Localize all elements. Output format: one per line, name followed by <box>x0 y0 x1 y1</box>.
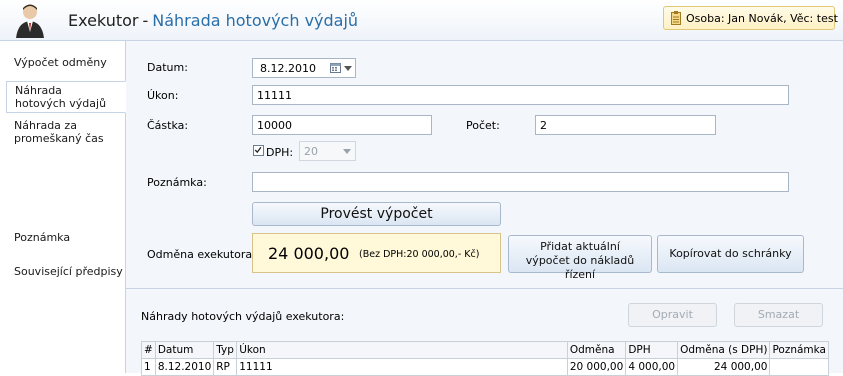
app-header: Exekutor - Náhrada hotových výdajů Osoba: … <box>0 0 843 41</box>
calendar-icon <box>330 63 341 73</box>
odmena-result-box: 24 000,00 (Bez DPH:20 000,00,- Kč) <box>252 233 501 273</box>
opravit-label: Opravit <box>652 308 693 321</box>
chevron-down-icon <box>344 66 352 71</box>
provest-vypocet-button[interactable]: Provést výpočet <box>252 202 501 226</box>
column-header[interactable]: Úkon <box>236 341 568 359</box>
column-header[interactable]: Odměna (s DPH) <box>677 341 771 359</box>
pocet-input[interactable]: 2 <box>535 115 716 135</box>
odmena-value: 24 000,00 <box>268 244 350 263</box>
sidebar-item-label: Poznámka <box>14 231 71 244</box>
sidebar-item-label: Výpočet odměny <box>14 56 107 69</box>
poznamka-label: Poznámka: <box>147 176 207 189</box>
ukon-input[interactable]: 11111 <box>252 85 789 105</box>
column-header[interactable]: DPH <box>625 341 679 359</box>
datum-value: 8.12.2010 <box>260 62 316 75</box>
person-info-text: Osoba: Jan Novák, Věc: test <box>686 12 838 25</box>
list-title: Náhrady hotových výdajů exekutora: <box>141 310 345 323</box>
column-header[interactable]: Typ <box>213 341 238 359</box>
kopirovat-button[interactable]: Kopírovat do schránky <box>657 235 804 273</box>
pocet-label: Počet: <box>466 119 500 132</box>
castka-input[interactable]: 10000 <box>252 115 432 135</box>
column-header[interactable]: Poznámka <box>769 341 829 359</box>
odmena-bez-dph: (Bez DPH:20 000,00,- Kč) <box>359 249 480 260</box>
datum-label: Datum: <box>147 61 188 74</box>
sidebar-item-label: Náhrada za promeškaný čas <box>14 119 104 145</box>
provest-vypocet-label: Provést výpočet <box>320 206 433 222</box>
column-header[interactable]: Odměna <box>566 341 627 359</box>
table-header-row: # Datum Typ Úkon Odměna DPH Odměna (s DP… <box>141 341 829 359</box>
sidebar-item-souvisejici-predpisy[interactable]: Související předpisy <box>0 265 124 278</box>
sidebar-item-nahrada-hotovych-vydaju[interactable]: Náhrada hotových výdajů <box>6 81 126 113</box>
app-name: Exekutor <box>68 11 139 30</box>
ukon-value: 11111 <box>257 89 292 102</box>
column-header[interactable]: # <box>141 341 156 359</box>
pridat-vypocet-button[interactable]: Přidat aktuální výpočet do nákladů řízen… <box>508 235 652 281</box>
person-info-badge[interactable]: Osoba: Jan Novák, Věc: test <box>663 6 838 30</box>
sidebar-item-nahrada-za-promeskany-cas[interactable]: Náhrada za promeškaný čas <box>0 119 124 145</box>
title-separator: - <box>142 11 149 30</box>
dph-select[interactable]: 20 <box>299 141 356 161</box>
sidebar: Výpočet odměny Náhrada hotových výdajů N… <box>0 41 126 373</box>
poznamka-input[interactable] <box>252 172 789 192</box>
page-title: Náhrada hotových výdajů <box>152 11 359 30</box>
nahrady-table: # Datum Typ Úkon Odměna DPH Odměna (s DP… <box>141 341 829 376</box>
column-header[interactable]: Datum <box>154 341 215 359</box>
datum-picker[interactable]: 8.12.2010 <box>252 58 356 78</box>
smazat-button[interactable]: Smazat <box>734 303 823 327</box>
chevron-down-icon <box>343 149 351 154</box>
sidebar-item-vypocet-odmeny[interactable]: Výpočet odměny <box>0 56 124 69</box>
sidebar-item-label: Náhrada hotových výdajů <box>15 84 107 110</box>
kopirovat-label: Kopírovat do schránky <box>669 247 792 260</box>
pridat-vypocet-label: Přidat aktuální výpočet do nákladů řízen… <box>525 240 635 281</box>
sidebar-item-label: Související předpisy <box>14 265 123 278</box>
user-avatar-icon <box>16 4 44 38</box>
section-divider <box>126 288 843 289</box>
dph-label: DPH: <box>266 146 294 159</box>
app-title: Exekutor - Náhrada hotových výdajů <box>68 11 358 30</box>
odmena-label: Odměna exekutora: <box>147 248 256 261</box>
opravit-button[interactable]: Opravit <box>628 303 717 327</box>
dph-checkbox[interactable] <box>253 145 264 156</box>
sidebar-item-poznamka[interactable]: Poznámka <box>0 231 124 244</box>
smazat-label: Smazat <box>757 308 800 321</box>
pocet-value: 2 <box>540 119 547 132</box>
ukon-label: Úkon: <box>147 89 179 102</box>
castka-label: Částka: <box>147 119 189 132</box>
castka-value: 10000 <box>257 119 292 132</box>
clipboard-icon <box>671 11 681 25</box>
dph-value: 20 <box>304 145 318 158</box>
checkmark-icon <box>254 146 262 154</box>
